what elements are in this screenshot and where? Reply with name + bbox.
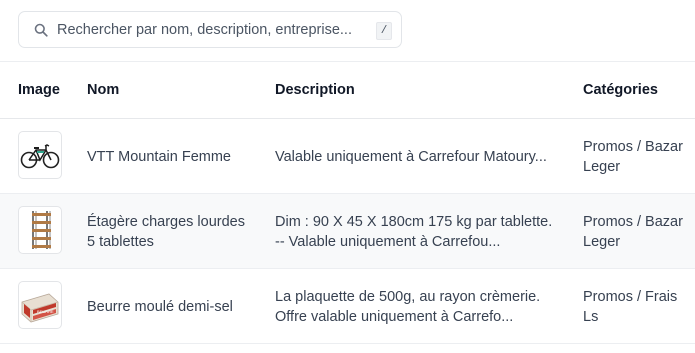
product-thumbnail: BEURRE	[18, 281, 62, 329]
svg-text:BEURRE: BEURRE	[37, 309, 54, 314]
product-name: 5 tablettes	[87, 234, 154, 250]
product-category: Leger	[583, 159, 621, 175]
product-category: Leger	[583, 234, 621, 250]
butter-icon: BEURRE	[21, 293, 59, 323]
product-description: Dim : 90 X 45 X 180cm 175 kg par tablett…	[275, 214, 553, 230]
product-thumbnail	[18, 206, 62, 254]
table-row[interactable]: BEURRE Beurre moulé demi-sel La plaquett…	[0, 269, 695, 344]
product-name: Beurre moulé demi-sel	[87, 299, 233, 315]
column-header-description[interactable]: Description	[275, 82, 355, 98]
product-category: Promos / Frais	[583, 289, 678, 305]
shelf-icon	[32, 211, 51, 249]
product-description: La plaquette de 500g, au rayon crèmerie.	[275, 289, 541, 305]
search-input[interactable]	[57, 12, 377, 47]
product-category: Ls	[583, 309, 599, 325]
keyboard-shortcut-hint: /	[376, 22, 392, 40]
bike-icon	[20, 144, 60, 169]
product-description: Offre valable uniquement à Carrefo...	[275, 309, 514, 325]
product-category: Promos / Bazar	[583, 139, 683, 155]
product-name: Étagère charges lourdes	[87, 214, 245, 230]
table-header: Image Nom Description Catégories	[0, 62, 695, 119]
search-box[interactable]: /	[18, 11, 402, 48]
product-description: Valable uniquement à Carrefour Matoury..…	[275, 149, 547, 165]
table-row[interactable]: VTT Mountain Femme Valable uniquement à …	[0, 119, 695, 194]
column-header-image: Image	[18, 82, 60, 98]
product-description: -- Valable uniquement à Carrefou...	[275, 234, 501, 250]
column-header-name[interactable]: Nom	[87, 82, 119, 98]
product-thumbnail	[18, 131, 62, 179]
table-row[interactable]: Étagère charges lourdes 5 tablettes Dim …	[0, 194, 695, 269]
product-category: Promos / Bazar	[583, 214, 683, 230]
search-icon	[34, 23, 48, 37]
column-header-categories[interactable]: Catégories	[583, 82, 658, 98]
product-name: VTT Mountain Femme	[87, 149, 231, 165]
